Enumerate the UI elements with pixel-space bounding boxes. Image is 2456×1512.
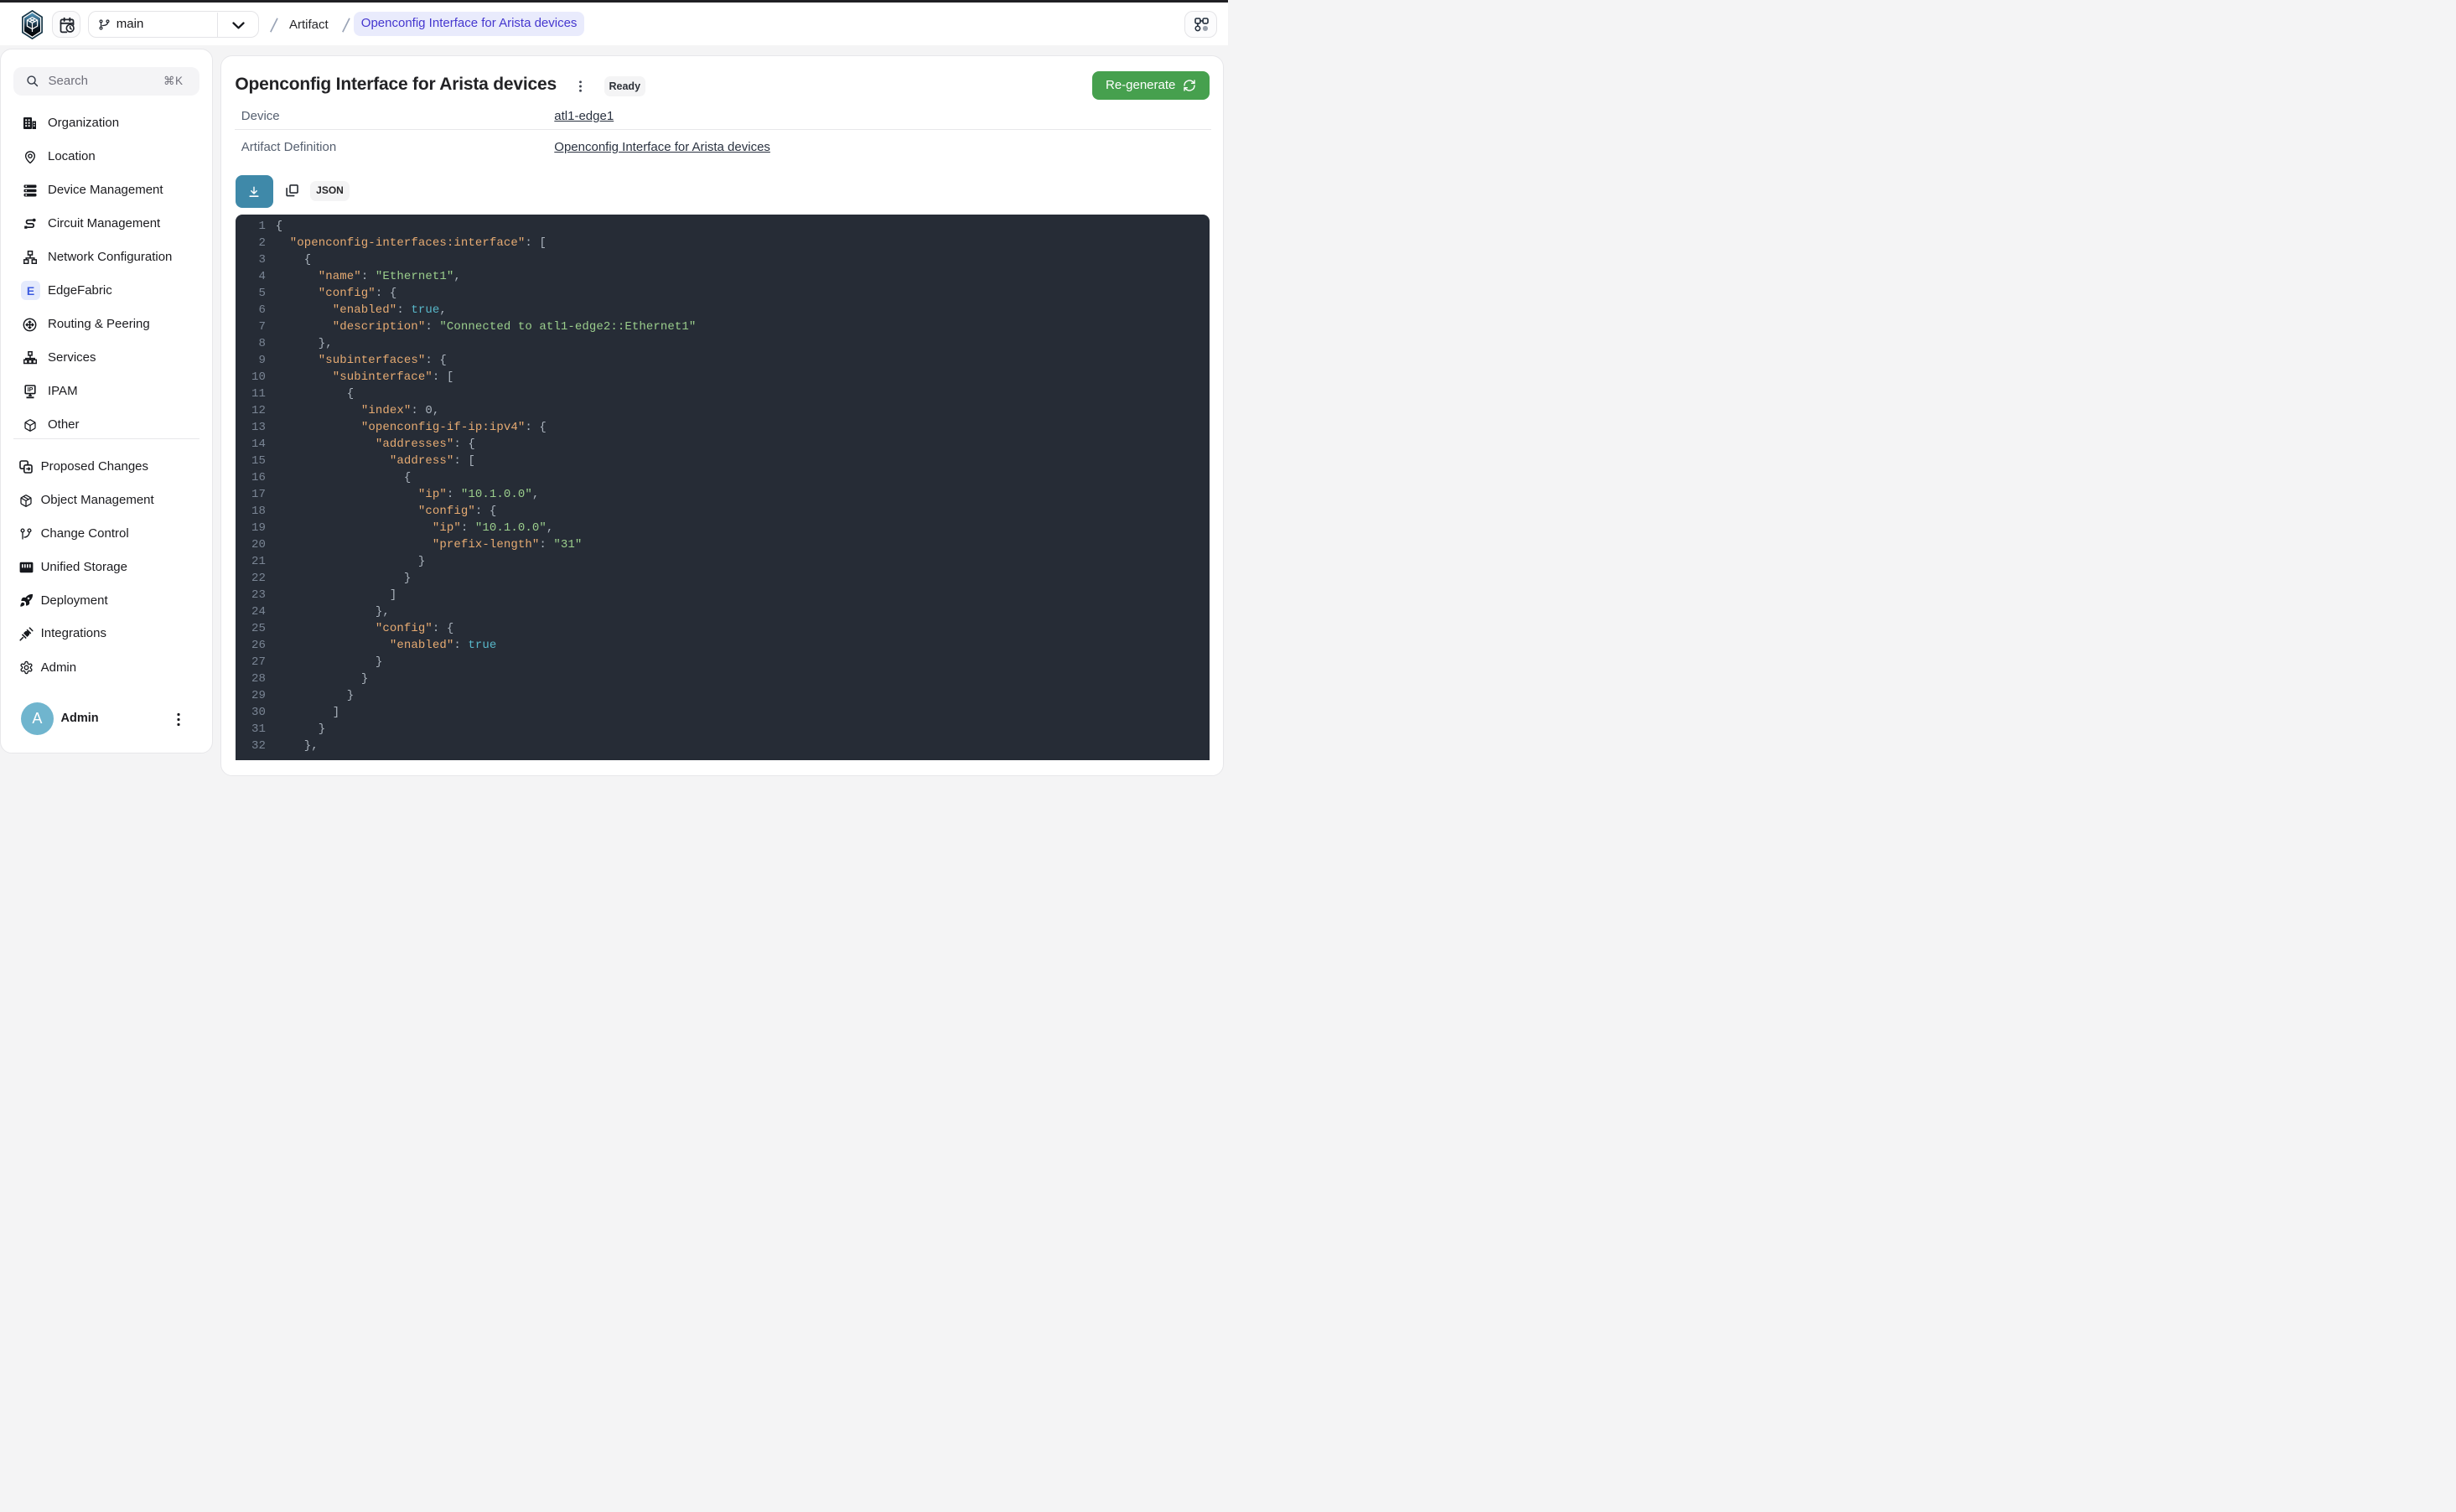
svg-text:IP: IP [27, 386, 33, 393]
